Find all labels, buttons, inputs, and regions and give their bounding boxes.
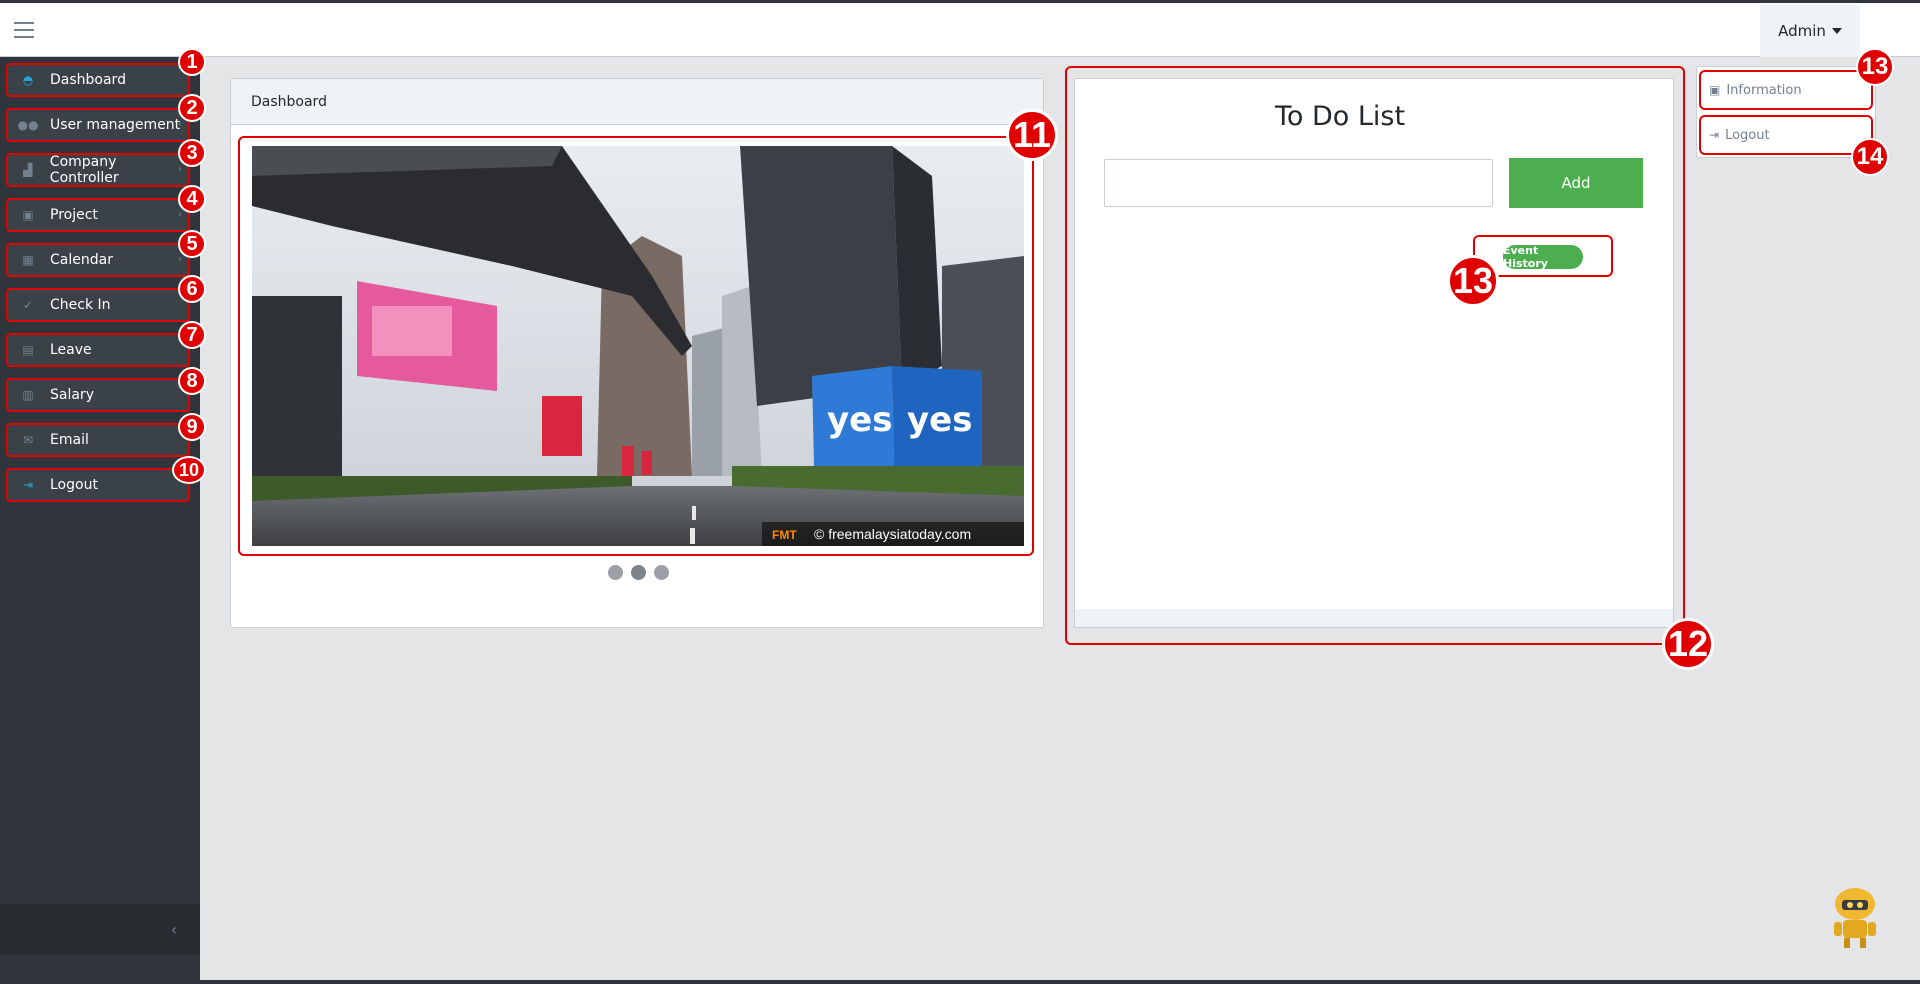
top-navbar: Admin bbox=[0, 3, 1920, 57]
add-button[interactable]: Add bbox=[1509, 158, 1643, 208]
logout-icon: ⇥ bbox=[1709, 128, 1720, 142]
sidebar-item-company-controller[interactable]: ▟ Company Controller ‹ bbox=[6, 153, 190, 187]
project-icon: ▣ bbox=[22, 208, 34, 222]
sidebar-item-logout[interactable]: ⇥ Logout bbox=[6, 468, 190, 502]
dropdown-item-label: Logout bbox=[1725, 127, 1770, 143]
sidebar-item-user-management[interactable]: ●● User management ‹ bbox=[6, 108, 190, 142]
annotation-badge: 3 bbox=[178, 139, 206, 167]
watermark-logo: FMT bbox=[772, 528, 797, 542]
slider-dot[interactable] bbox=[630, 565, 646, 580]
annotation-badge: 13 bbox=[1856, 48, 1894, 86]
robot-mascot-icon[interactable] bbox=[1828, 884, 1882, 950]
admin-dropdown-button[interactable]: Admin bbox=[1760, 5, 1860, 57]
envelope-icon: ✉ bbox=[22, 433, 34, 447]
image-slider-frame: yes yes FMT © freemalaysiatoday.com bbox=[238, 136, 1034, 556]
sidebar-item-salary[interactable]: ▥ Salary bbox=[6, 378, 190, 412]
dropdown-item-label: Information bbox=[1726, 82, 1802, 98]
todo-card: To Do List Add Event History bbox=[1074, 78, 1674, 628]
id-card-icon: ▣ bbox=[1709, 83, 1721, 97]
leave-icon: ▤ bbox=[22, 343, 34, 357]
chevron-left-icon: ‹ bbox=[178, 164, 182, 175]
dropdown-item-logout[interactable]: ⇥ Logout bbox=[1699, 115, 1873, 155]
sidebar-item-label: Email bbox=[50, 432, 89, 448]
chart-icon: ▟ bbox=[23, 163, 33, 177]
sidebar: ◓ Dashboard ●● User management ‹ ▟ Compa… bbox=[0, 57, 200, 984]
annotation-badge: 13 bbox=[1447, 255, 1499, 307]
check-icon: ✓ bbox=[22, 298, 34, 312]
sidebar-item-label: Leave bbox=[50, 342, 92, 358]
sidebar-item-leave[interactable]: ▤ Leave bbox=[6, 333, 190, 367]
billboard-text: yes bbox=[827, 400, 892, 440]
sidebar-item-label: Calendar bbox=[50, 252, 113, 268]
sidebar-item-calendar[interactable]: ▦ Calendar ‹ bbox=[6, 243, 190, 277]
watermark-text: © freemalaysiatoday.com bbox=[814, 526, 971, 542]
sidebar-item-project[interactable]: ▣ Project ‹ bbox=[6, 198, 190, 232]
admin-dropdown-menu: ▣ Information ⇥ Logout bbox=[1696, 66, 1876, 158]
annotation-badge: 2 bbox=[178, 94, 206, 122]
sidebar-minimize-icon[interactable]: ‹ bbox=[164, 919, 184, 939]
sidebar-item-label: Check In bbox=[50, 297, 111, 313]
annotation-badge: 6 bbox=[178, 275, 206, 303]
annotation-badge: 12 bbox=[1662, 618, 1714, 670]
sidebar-item-label: Project bbox=[50, 207, 98, 223]
todo-input[interactable] bbox=[1104, 159, 1493, 207]
speedometer-icon: ◓ bbox=[22, 73, 34, 87]
chevron-left-icon: ‹ bbox=[178, 209, 182, 220]
annotation-badge: 5 bbox=[178, 230, 206, 258]
dashboard-card-header: Dashboard bbox=[231, 79, 1043, 125]
users-icon: ●● bbox=[17, 118, 39, 132]
annotation-badge: 8 bbox=[178, 367, 206, 395]
admin-label: Admin bbox=[1778, 22, 1826, 40]
annotation-badge: 1 bbox=[178, 48, 206, 76]
logout-icon: ⇥ bbox=[22, 478, 34, 492]
caret-down-icon bbox=[1831, 28, 1842, 34]
sidebar-item-check-in[interactable]: ✓ Check In bbox=[6, 288, 190, 322]
todo-card-footer bbox=[1075, 609, 1673, 627]
billboard-text: yes bbox=[907, 400, 972, 440]
sidebar-item-dashboard[interactable]: ◓ Dashboard bbox=[6, 63, 190, 97]
sidebar-item-label: Logout bbox=[50, 477, 98, 493]
todo-title: To Do List bbox=[1274, 101, 1406, 132]
hamburger-menu-icon[interactable] bbox=[14, 22, 34, 38]
bottom-strip bbox=[0, 980, 1920, 984]
slide-image[interactable]: yes yes FMT © freemalaysiatoday.com bbox=[252, 146, 1024, 546]
sidebar-item-label: Salary bbox=[50, 387, 94, 403]
chevron-left-icon: ‹ bbox=[178, 254, 182, 265]
event-history-button[interactable]: Event History bbox=[1503, 244, 1583, 270]
sidebar-item-label: User management bbox=[50, 117, 181, 133]
slider-dot[interactable] bbox=[607, 565, 623, 580]
annotation-badge: 7 bbox=[178, 321, 206, 349]
annotation-badge: 10 bbox=[172, 456, 206, 484]
annotation-badge: 4 bbox=[178, 185, 206, 213]
dashboard-card: Dashboard yes yes FMT © freemalaysiatoda… bbox=[230, 78, 1044, 628]
sidebar-item-label: Company Controller bbox=[49, 154, 119, 186]
sidebar-footer: ‹ bbox=[0, 904, 200, 954]
chevron-left-icon: ‹ bbox=[178, 119, 182, 130]
annotation-badge: 11 bbox=[1006, 109, 1058, 161]
sidebar-item-email[interactable]: ✉ Email bbox=[6, 423, 190, 457]
slider-dots bbox=[231, 565, 1045, 580]
slider-dot[interactable] bbox=[653, 565, 669, 580]
salary-icon: ▥ bbox=[22, 388, 34, 402]
city-street-photo: yes yes FMT © freemalaysiatoday.com bbox=[252, 146, 1024, 546]
dropdown-item-information[interactable]: ▣ Information bbox=[1699, 70, 1873, 110]
annotation-badge: 14 bbox=[1851, 138, 1889, 176]
calendar-icon: ▦ bbox=[22, 253, 34, 267]
annotation-badge: 9 bbox=[178, 413, 206, 441]
sidebar-item-label: Dashboard bbox=[50, 72, 126, 88]
